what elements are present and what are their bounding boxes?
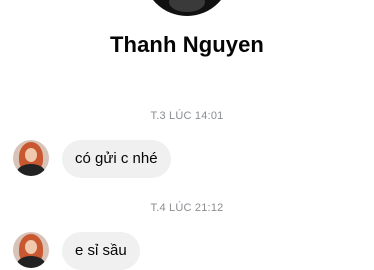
contact-profile-photo[interactable] — [143, 0, 231, 16]
message-timestamp: T.3 LÚC 14:01 — [150, 110, 224, 122]
sender-avatar[interactable] — [13, 140, 49, 176]
contact-name[interactable]: Thanh Nguyen — [0, 32, 374, 58]
sender-avatar[interactable] — [13, 232, 49, 268]
message-bubble[interactable]: có gửi c nhé — [62, 140, 171, 178]
message-bubble[interactable]: e sỉ sầu — [62, 232, 140, 270]
message-timestamp: T.4 LÚC 21:12 — [150, 202, 224, 214]
